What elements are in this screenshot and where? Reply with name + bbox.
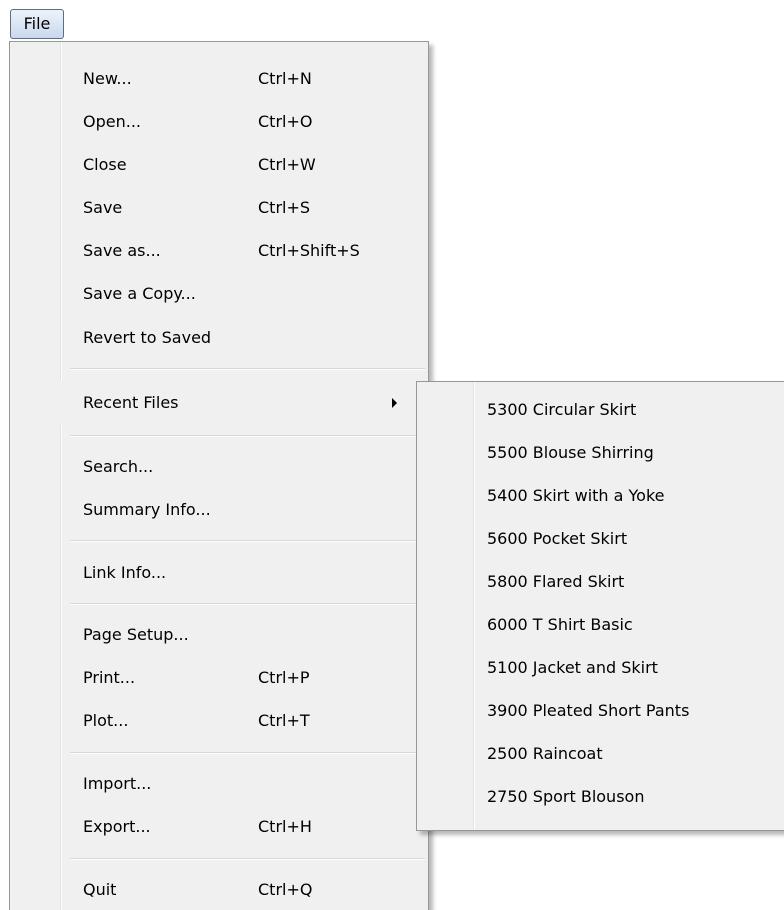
menu-item-shortcut: Ctrl+S <box>258 198 311 217</box>
menu-item-print[interactable]: Print... Ctrl+P <box>12 656 426 700</box>
menu-separator <box>70 368 425 369</box>
menu-item-label: Close <box>83 155 127 174</box>
chevron-right-icon <box>392 398 397 408</box>
recent-file-label: 5300 Circular Skirt <box>487 400 637 419</box>
menu-item-label: Page Setup... <box>83 625 189 644</box>
menu-item-shortcut: Ctrl+N <box>258 69 312 88</box>
recent-file-label: 5800 Flared Skirt <box>487 572 625 591</box>
menu-item-open[interactable]: Open... Ctrl+O <box>12 100 426 144</box>
menu-item-shortcut: Ctrl+O <box>258 112 313 131</box>
menu-separator <box>70 540 425 541</box>
menu-separator <box>70 435 425 436</box>
recent-file-label: 2500 Raincoat <box>487 744 603 763</box>
menu-item-shortcut: Ctrl+T <box>258 711 310 730</box>
menu-item-shortcut: Ctrl+H <box>258 817 312 836</box>
menu-item-label: Quit <box>83 880 117 899</box>
menu-item-close[interactable]: Close Ctrl+W <box>12 143 426 187</box>
menu-item-save-a-copy[interactable]: Save a Copy... <box>12 272 426 316</box>
recent-file-label: 6000 T Shirt Basic <box>487 615 633 634</box>
menu-item-label: New... <box>83 69 132 88</box>
menu-item-link-info[interactable]: Link Info... <box>12 551 426 595</box>
menu-item-quit[interactable]: Quit Ctrl+Q <box>12 868 426 910</box>
menu-item-revert-to-saved[interactable]: Revert to Saved <box>12 316 426 360</box>
menu-separator <box>70 603 425 604</box>
menu-item-label: Link Info... <box>83 563 167 582</box>
recent-file-item[interactable]: 2750 Sport Blouson <box>419 775 784 819</box>
menu-item-page-setup[interactable]: Page Setup... <box>12 613 426 657</box>
menu-item-recent-files[interactable]: Recent Files <box>12 381 426 425</box>
menu-item-plot[interactable]: Plot... Ctrl+T <box>12 699 426 743</box>
menu-item-label: Save as... <box>83 241 161 260</box>
menu-item-export[interactable]: Export... Ctrl+H <box>12 805 426 849</box>
menu-item-shortcut: Ctrl+W <box>258 155 316 174</box>
recent-file-item[interactable]: 5600 Pocket Skirt <box>419 517 784 561</box>
recent-file-item[interactable]: 5300 Circular Skirt <box>419 388 784 432</box>
menu-item-label: Save a Copy... <box>83 284 196 303</box>
recent-file-label: 5100 Jacket and Skirt <box>487 658 658 677</box>
menu-item-label: Recent Files <box>83 393 179 412</box>
menu-item-label: Open... <box>83 112 141 131</box>
recent-file-label: 5600 Pocket Skirt <box>487 529 628 548</box>
menu-item-label: Save <box>83 198 123 217</box>
recent-file-label: 2750 Sport Blouson <box>487 787 645 806</box>
menu-item-shortcut: Ctrl+Q <box>258 880 313 899</box>
recent-file-item[interactable]: 5400 Skirt with a Yoke <box>419 474 784 518</box>
menu-item-label: Import... <box>83 774 152 793</box>
recent-files-submenu: 5300 Circular Skirt 5500 Blouse Shirring… <box>416 381 784 831</box>
menu-item-label: Plot... <box>83 711 129 730</box>
recent-file-label: 3900 Pleated Short Pants <box>487 701 690 720</box>
recent-file-item[interactable]: 6000 T Shirt Basic <box>419 603 784 647</box>
recent-file-label: 5400 Skirt with a Yoke <box>487 486 665 505</box>
menu-item-import[interactable]: Import... <box>12 762 426 806</box>
menu-item-label: Export... <box>83 817 151 836</box>
recent-file-item[interactable]: 5800 Flared Skirt <box>419 560 784 604</box>
menu-item-save-as[interactable]: Save as... Ctrl+Shift+S <box>12 229 426 273</box>
menu-item-save[interactable]: Save Ctrl+S <box>12 186 426 230</box>
file-menu: New... Ctrl+N Open... Ctrl+O Close Ctrl+… <box>9 41 429 910</box>
recent-file-item[interactable]: 2500 Raincoat <box>419 732 784 776</box>
recent-file-item[interactable]: 3900 Pleated Short Pants <box>419 689 784 733</box>
recent-file-label: 5500 Blouse Shirring <box>487 443 654 462</box>
menu-item-label: Search... <box>83 457 154 476</box>
menu-file[interactable]: File <box>10 9 64 39</box>
recent-file-item[interactable]: 5100 Jacket and Skirt <box>419 646 784 690</box>
menu-item-shortcut: Ctrl+Shift+S <box>258 241 360 260</box>
menu-item-label: Summary Info... <box>83 500 211 519</box>
menu-item-label: Revert to Saved <box>83 328 212 347</box>
menu-item-new[interactable]: New... Ctrl+N <box>12 57 426 101</box>
recent-file-item[interactable]: 5500 Blouse Shirring <box>419 431 784 475</box>
menu-separator <box>70 858 425 859</box>
menu-item-label: Print... <box>83 668 136 687</box>
menu-separator <box>70 752 425 753</box>
menu-item-summary-info[interactable]: Summary Info... <box>12 488 426 532</box>
menu-item-search[interactable]: Search... <box>12 445 426 489</box>
menu-item-shortcut: Ctrl+P <box>258 668 310 687</box>
application-window: File New... Ctrl+N Open... Ctrl+O Close … <box>0 0 784 910</box>
